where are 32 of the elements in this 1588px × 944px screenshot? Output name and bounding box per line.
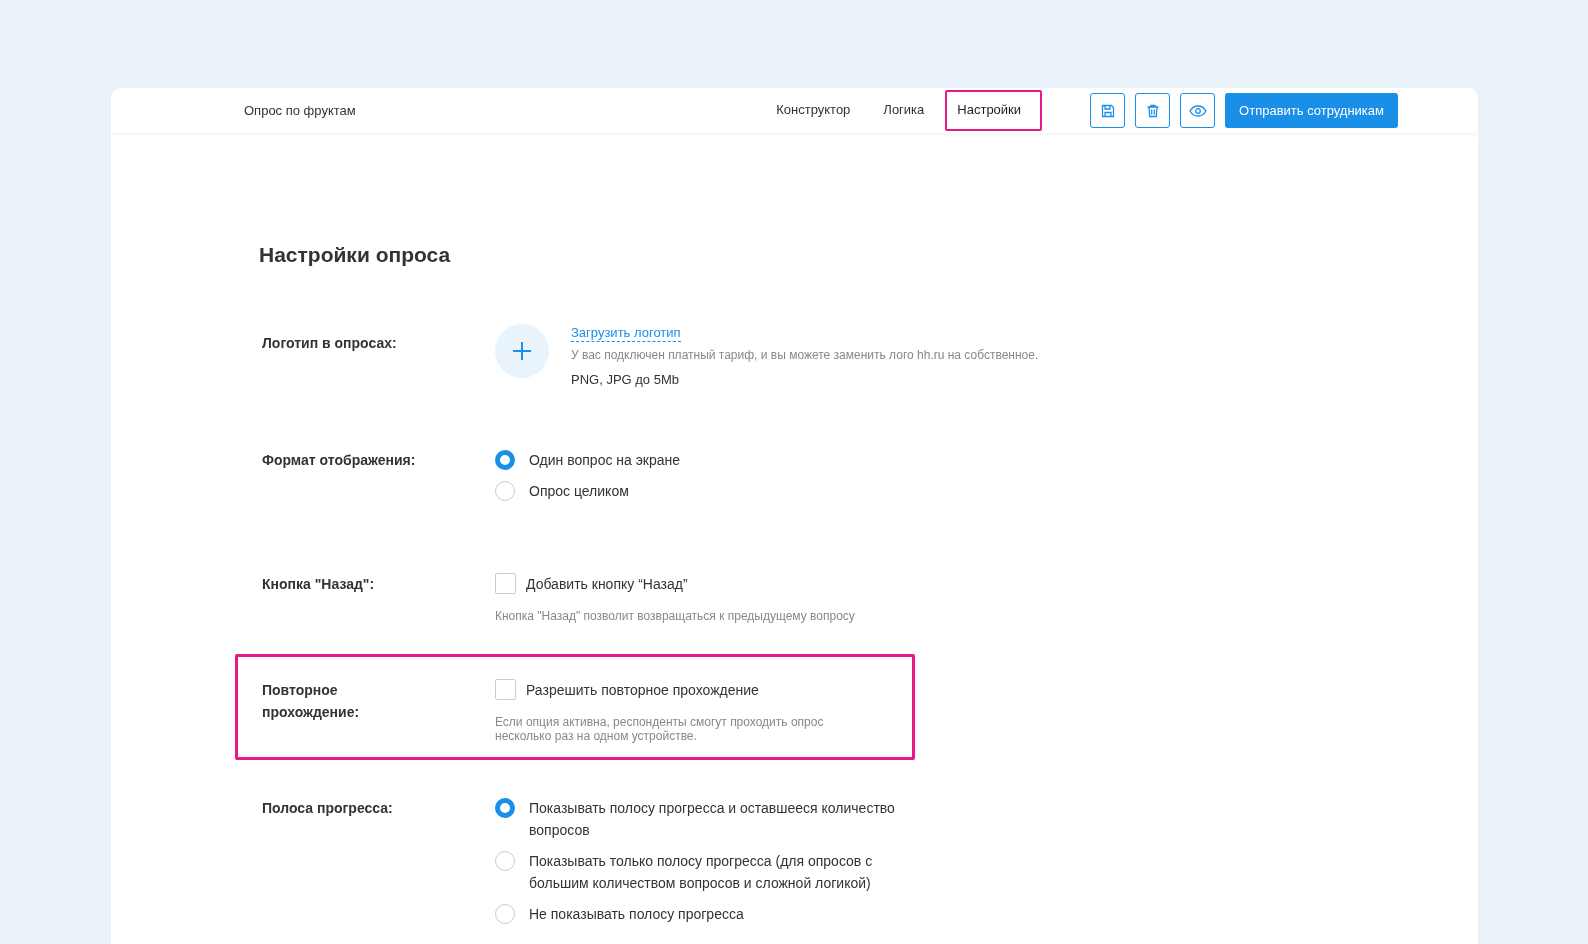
setting-label: Логотип в опросах: xyxy=(262,334,398,353)
setting-label: Полоса прогресса: xyxy=(262,799,394,818)
option-label: Разрешить повторное прохождение xyxy=(526,681,759,700)
option-label: Не показывать полосу прогресса xyxy=(529,905,744,924)
hint-text: Если опция активна, респонденты смогут проходить опрос несколько раз на одном устройстве. xyxy=(495,715,825,743)
nav-tab[interactable]: Конструктор xyxy=(764,90,872,131)
plus-icon xyxy=(512,341,532,361)
format-note: PNG, JPG до 5Mb xyxy=(571,372,680,387)
setting-label: Формат отображения: xyxy=(262,451,417,470)
setting-label: Кнопка "Назад": xyxy=(262,575,376,594)
radio-button[interactable] xyxy=(495,798,515,818)
option-label: Показывать только полосу прогресса (для опросов с большим количеством вопросов и сложной логикой) xyxy=(529,852,874,893)
option-label: Показывать полосу прогресса и оставшееся количество вопросов xyxy=(529,799,896,840)
page-heading: Настройки опроса xyxy=(259,243,452,267)
checkbox[interactable] xyxy=(495,679,516,700)
delete-button[interactable] xyxy=(1135,93,1171,128)
survey-title: Опрос по фруктам xyxy=(244,103,357,118)
option-label: Добавить кнопку “Назад” xyxy=(526,575,688,594)
preview-button[interactable] xyxy=(1180,93,1216,128)
checkbox[interactable] xyxy=(495,573,516,594)
option-label: Один вопрос на экране xyxy=(529,451,681,470)
setting-label: Повторное прохождение: xyxy=(262,681,361,722)
nav-tab[interactable]: Настройки xyxy=(945,90,1043,131)
nav-tab[interactable]: Логика xyxy=(871,90,946,131)
save-button[interactable] xyxy=(1090,93,1126,128)
option-label: Опрос целиком xyxy=(529,482,629,501)
tariff-note: У вас подключен платный тариф, и вы можете заменить лого hh.ru на собственное. xyxy=(571,348,1039,362)
eye-icon xyxy=(1188,103,1207,118)
upload-logo-button[interactable] xyxy=(495,324,549,378)
hint-text: Кнопка "Назад" позволит возвращаться к предыдущему вопросу xyxy=(495,609,855,623)
radio-button[interactable] xyxy=(495,450,515,470)
upload-logo-link[interactable]: Загрузить логотип xyxy=(571,324,681,342)
